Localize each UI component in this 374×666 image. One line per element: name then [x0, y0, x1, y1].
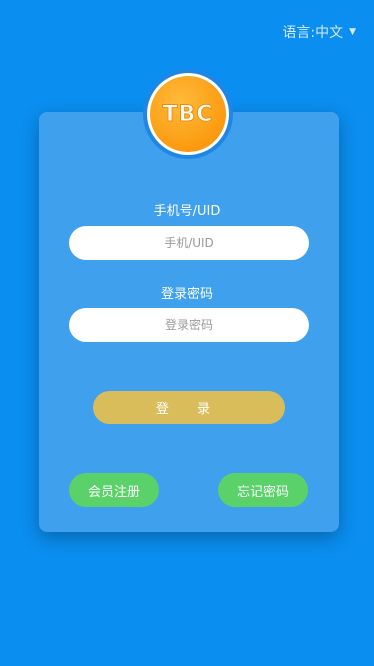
language-label: 语言: [282, 25, 316, 41]
caret-down-icon: ▼ [349, 27, 356, 37]
logo-ring: TBC [147, 73, 229, 155]
forgot-password-button[interactable]: 忘记密码 [218, 473, 308, 507]
logo-badge: TBC [143, 69, 233, 159]
login-button[interactable]: 登 录 [93, 391, 285, 424]
phone-label: 手机号/UID [153, 204, 221, 219]
logo-icon: TBC [150, 76, 226, 152]
language-selector[interactable]: 语言: 中文 ▼ [282, 22, 356, 42]
logo-text: TBC [162, 101, 214, 127]
password-label: 登录密码 [160, 287, 213, 302]
forgot-password-button-label: 忘记密码 [236, 484, 289, 500]
language-value: 中文 [315, 25, 344, 41]
register-button-label: 会员注册 [87, 484, 140, 500]
register-button[interactable]: 会员注册 [69, 473, 159, 507]
password-input[interactable] [69, 308, 309, 342]
phone-input[interactable] [69, 226, 309, 260]
login-button-label: 登 录 [155, 402, 223, 417]
